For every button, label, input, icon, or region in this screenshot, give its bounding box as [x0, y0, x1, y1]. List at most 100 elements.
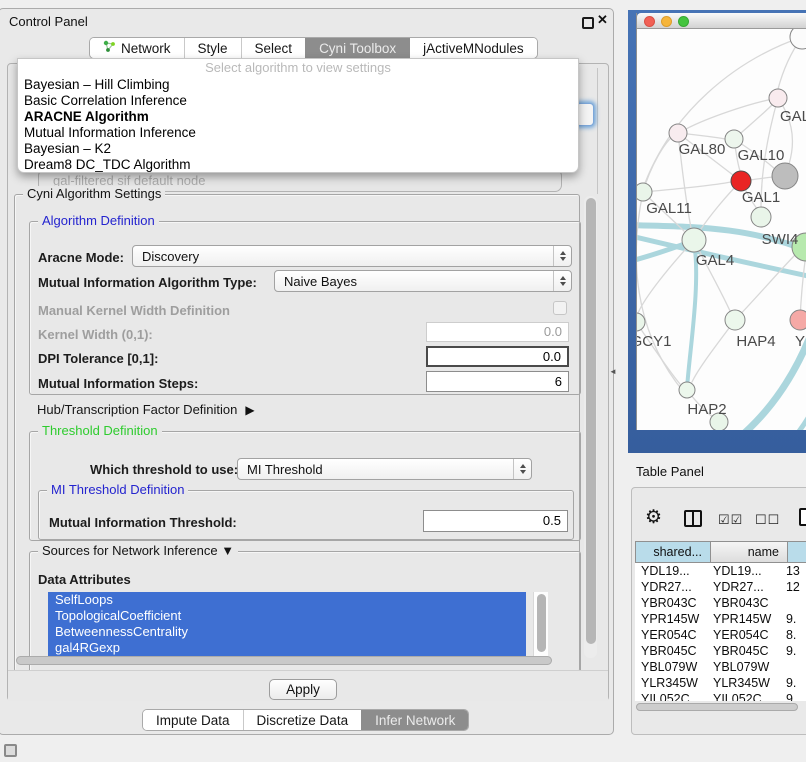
screen: Control Panel ✕ Network StyleSelect Cyni T… [0, 0, 806, 762]
mi-type-combo[interactable]: Naive Bayes [274, 270, 572, 292]
network-canvas[interactable]: GALGAL80GAL10GAL1GAL11SWI4GAL4GCY1HAP4YH… [637, 29, 806, 430]
bottom-tab-infer-network[interactable]: Infer Network [361, 710, 468, 730]
attribute-list-scrollbar[interactable] [533, 592, 548, 658]
network-node-label: GAL [780, 108, 806, 125]
kernel-width-field[interactable]: 0.0 [426, 322, 569, 342]
attribute-item-betweennesscentrality[interactable]: BetweennessCentrality [48, 624, 526, 640]
network-node-gal10[interactable] [725, 130, 743, 148]
tab-network[interactable]: Network [90, 38, 184, 58]
manual-kernel-checkbox[interactable] [553, 301, 567, 315]
network-node-hap4[interactable] [725, 310, 745, 330]
cyni-bottom-tab-bar: Impute DataDiscretize DataInfer Network [142, 709, 469, 731]
which-threshold-combo[interactable]: MI Threshold [237, 458, 532, 480]
mi-steps-field[interactable]: 6 [426, 371, 569, 392]
table-cell: 12 [780, 579, 806, 595]
table-cell: YDL19... [707, 563, 780, 579]
combo-stepper-icon [513, 459, 531, 479]
table-cell: YPR145W [707, 611, 780, 627]
algorithm-option-bayesian-hill-climbing[interactable]: Bayesian – Hill Climbing [18, 77, 578, 93]
table-cell: YPR145W [635, 611, 707, 627]
bottom-tab-discretize-data[interactable]: Discretize Data [243, 710, 362, 730]
network-node-y[interactable] [790, 310, 806, 330]
tab-label: Cyni Toolbox [319, 41, 396, 56]
algorithm-dropdown: Select algorithm to view settings Bayesi… [17, 58, 579, 173]
hub-definition-label: Hub/Transcription Factor Definition [37, 402, 237, 417]
table-cell: YER054C [707, 627, 780, 643]
algorithm-option-dream8-dc-tdc-algorithm[interactable]: Dream8 DC_TDC Algorithm [18, 157, 578, 173]
split-pane-arrow-icon[interactable]: ◄ [609, 367, 617, 376]
table-horizontal-scrollbar[interactable] [636, 703, 798, 711]
collapse-arrow-icon: ▶ [245, 403, 254, 417]
tab-jactivemnodules[interactable]: jActiveMNodules [409, 38, 537, 58]
dpi-tolerance-field[interactable]: 0.0 [426, 346, 569, 367]
control-panel-title: Control Panel [9, 14, 88, 29]
bottom-tab-impute-data[interactable]: Impute Data [143, 710, 243, 730]
sources-group: Sources for Network Inference ▼ Data Att… [29, 551, 581, 673]
network-node[interactable] [751, 207, 771, 227]
table-row[interactable]: YER054CYER054C8. [635, 627, 806, 643]
hub-definition-toggle[interactable]: Hub/Transcription Factor Definition ▶ [37, 402, 255, 417]
network-node[interactable] [769, 89, 787, 107]
tab-cyni-toolbox[interactable]: Cyni Toolbox [305, 38, 409, 58]
table-panel: ⚙ ☑☑ ☐☐ shared...name YDL19...YDL19...13… [631, 487, 806, 735]
algorithm-option-bayesian-k2[interactable]: Bayesian – K2 [18, 141, 578, 157]
table-row[interactable]: YIL052CYIL052C9 [635, 691, 806, 701]
zoom-traffic-light-icon[interactable] [678, 16, 689, 27]
mi-threshold-group-title: MI Threshold Definition [47, 482, 188, 497]
kernel-width-label: Kernel Width (0,1): [38, 327, 153, 342]
tab-label: Network [121, 41, 171, 56]
network-node-gal80[interactable] [669, 124, 687, 142]
table-row[interactable]: YDR27...YDR27...12 [635, 579, 806, 595]
settings-vertical-scrollbar[interactable] [584, 196, 597, 658]
close-traffic-light-icon[interactable] [644, 16, 655, 27]
mi-threshold-field[interactable]: 0.5 [423, 510, 568, 532]
tab-style[interactable]: Style [184, 38, 241, 58]
table-row[interactable]: YPR145WYPR145W9. [635, 611, 806, 627]
network-window-titlebar[interactable] [637, 13, 806, 29]
algorithm-option-mutual-information-inference[interactable]: Mutual Information Inference [18, 125, 578, 141]
minimize-traffic-light-icon[interactable] [661, 16, 672, 27]
apply-row: Apply [8, 670, 608, 701]
network-node-gal1[interactable] [731, 171, 751, 191]
table-row[interactable]: YDL19...YDL19...13 [635, 563, 806, 579]
network-node-hap2[interactable] [679, 382, 695, 398]
settings-horizontal-scrollbar[interactable] [16, 656, 552, 665]
table-cell: YIL052C [707, 691, 780, 701]
algorithm-option-aracne-algorithm[interactable]: ARACNE Algorithm [18, 109, 578, 125]
table-row[interactable]: YBR045CYBR045C9. [635, 643, 806, 659]
attribute-item-gal4rgexp[interactable]: gal4RGexp [48, 640, 526, 656]
float-panel-icon[interactable] [582, 17, 594, 29]
apply-button[interactable]: Apply [269, 679, 337, 700]
which-threshold-value: MI Threshold [238, 462, 513, 477]
select-all-checkboxes-icon[interactable]: ☑☑ [718, 512, 743, 528]
data-attributes-list[interactable]: SelfLoopsTopologicalCoefficientBetweenne… [48, 592, 548, 658]
network-node[interactable] [790, 29, 806, 49]
aracne-mode-combo[interactable]: Discovery [132, 245, 572, 267]
close-icon[interactable]: ✕ [597, 12, 608, 28]
attribute-item-selfloops[interactable]: SelfLoops [48, 592, 526, 608]
column-header-shared[interactable]: shared... [635, 541, 711, 563]
table-cell: YLR345W [635, 675, 707, 691]
table-cell: YBR045C [635, 643, 707, 659]
network-node[interactable] [772, 163, 798, 189]
attribute-item-topologicalcoefficient[interactable]: TopologicalCoefficient [48, 608, 526, 624]
table-cell: YER054C [635, 627, 707, 643]
tab-select[interactable]: Select [241, 38, 306, 58]
column-header-name[interactable]: name [711, 541, 788, 563]
table-row[interactable]: YLR345WYLR345W9. [635, 675, 806, 691]
network-node-gal4[interactable] [682, 228, 706, 252]
column-header-partial[interactable] [788, 541, 806, 563]
split-columns-icon[interactable] [684, 510, 702, 527]
algorithm-option-basic-correlation-inference[interactable]: Basic Correlation Inference [18, 93, 578, 109]
mi-type-value: Naive Bayes [275, 274, 553, 289]
network-edge [687, 242, 696, 389]
sources-group-title[interactable]: Sources for Network Inference ▼ [38, 543, 238, 558]
network-node-gal11[interactable] [637, 183, 652, 201]
table-row[interactable]: YBR043CYBR043C [635, 595, 806, 611]
table-row[interactable]: YBL079WYBL079W [635, 659, 806, 675]
gear-icon[interactable]: ⚙ [645, 508, 662, 527]
minimized-panel-icon[interactable] [4, 744, 17, 757]
deselect-all-checkboxes-icon[interactable]: ☐☐ [755, 512, 780, 528]
new-document-icon[interactable] [799, 508, 806, 526]
network-edge [692, 320, 735, 382]
